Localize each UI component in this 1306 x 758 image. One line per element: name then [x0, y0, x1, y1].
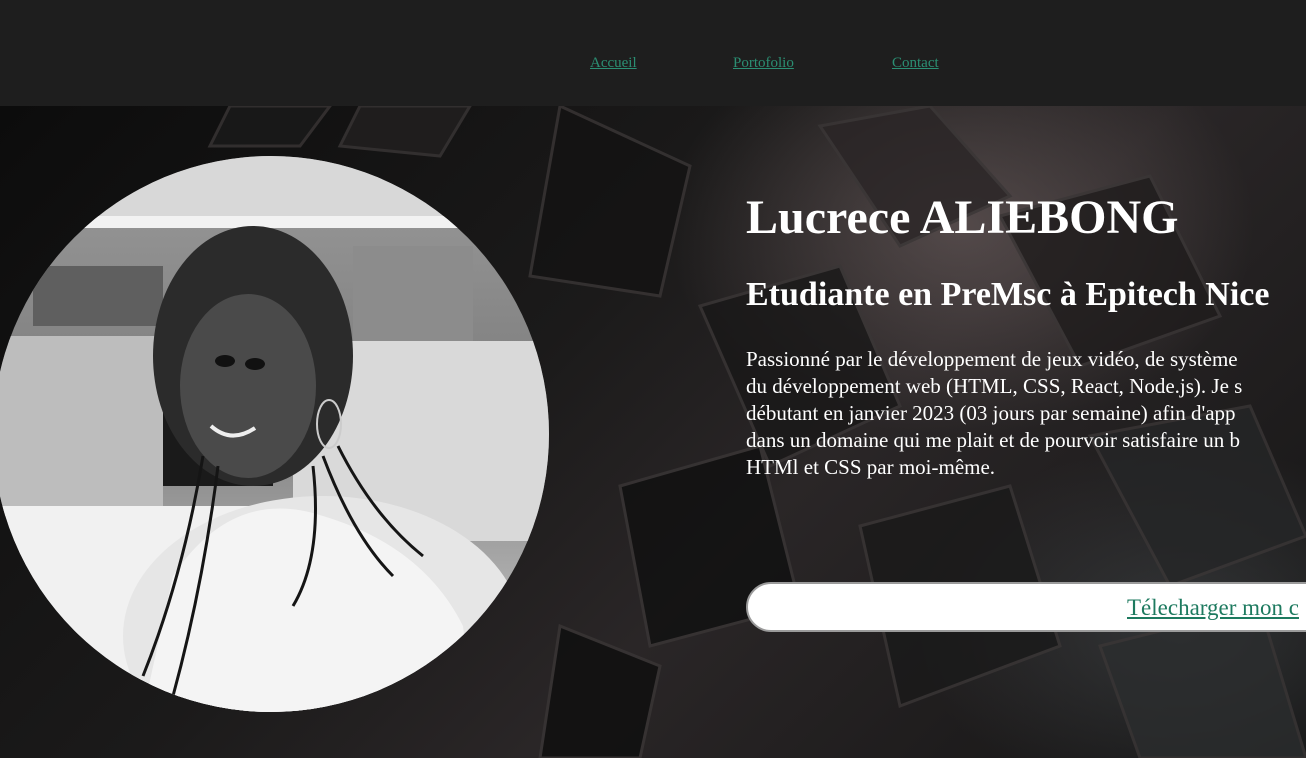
download-cv-label[interactable]: Télecharger mon c — [1127, 595, 1299, 621]
bio-line: dans un domaine qui me plait et de pourv… — [746, 428, 1240, 452]
profile-name: Lucrece ALIEBONG — [746, 191, 1179, 244]
nav-link-accueil[interactable]: Accueil — [590, 55, 637, 72]
profile-photo — [0, 156, 549, 712]
bio-line: HTMl et CSS par moi-même. — [746, 455, 996, 479]
profile-role: Etudiante en PreMsc à Epitech Nice — [746, 276, 1270, 313]
bio-line: débutant en janvier 2023 (03 jours par s… — [746, 401, 1236, 425]
hero-section: Lucrece ALIEBONG Etudiante en PreMsc à E… — [0, 106, 1306, 758]
profile-bio: Passionné par le développement de jeux v… — [746, 346, 1306, 481]
nav-link-contact[interactable]: Contact — [892, 55, 939, 72]
top-navigation: Accueil Portofolio Contact — [0, 0, 1306, 106]
nav-link-portofolio[interactable]: Portofolio — [733, 55, 794, 72]
bio-line: Passionné par le développement de jeux v… — [746, 347, 1238, 371]
download-cv-button[interactable]: Télecharger mon c — [746, 582, 1306, 632]
bio-line: du développement web (HTML, CSS, React, … — [746, 374, 1243, 398]
